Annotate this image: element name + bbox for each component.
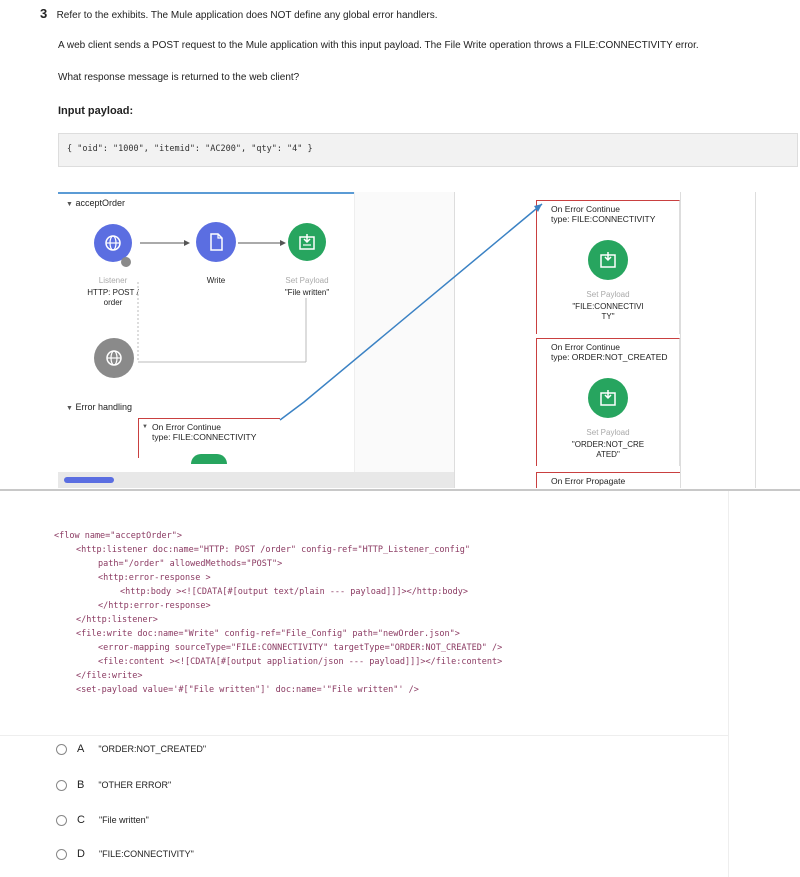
option-c-letter: C (77, 814, 85, 826)
right-margin-strip (728, 491, 800, 877)
flow-diagram: ▼ acceptOrder Listener HTTP: POST / orde… (58, 192, 800, 488)
code-line-6: </http:error-response> (98, 601, 211, 611)
options-separator (0, 735, 728, 736)
input-payload-label: Input payload: (58, 105, 134, 117)
xml-code-exhibit: <flow name="acceptOrder"> <http:listener… (54, 531, 570, 703)
option-b-text: "OTHER ERROR" (98, 780, 172, 790)
option-a-letter: A (77, 743, 85, 755)
code-line-9: <error-mapping sourceType="FILE:CONNECTI… (98, 643, 503, 653)
option-d[interactable]: D "FILE:CONNECTIVITY" (56, 848, 194, 860)
code-line-12: <set-payload value='#["File written"]' d… (76, 685, 419, 695)
option-b-letter: B (77, 779, 85, 791)
radio-b[interactable] (56, 779, 67, 791)
radio-c[interactable] (56, 814, 67, 826)
code-line-11: </file:write> (76, 671, 143, 681)
code-line-4: <http:error-response > (98, 573, 211, 583)
question-line-2: A web client sends a POST request to the… (58, 40, 699, 51)
code-line-1: <flow name="acceptOrder"> (54, 531, 182, 541)
option-b[interactable]: B "OTHER ERROR" (56, 779, 171, 791)
radio-d[interactable] (56, 848, 67, 860)
code-line-8: <file:write doc:name="Write" config-ref=… (76, 629, 460, 639)
radio-a[interactable] (56, 743, 67, 755)
question-line-1: Refer to the exhibits. The Mule applicat… (56, 10, 438, 21)
question-line-3: What response message is returned to the… (58, 72, 300, 83)
option-d-letter: D (77, 848, 85, 860)
question-header: 3 Refer to the exhibits. The Mule applic… (40, 6, 438, 21)
option-c-text: "File written" (98, 815, 149, 825)
question-number: 3 (40, 6, 48, 21)
code-line-7: </http:listener> (76, 615, 158, 625)
option-d-text: "FILE:CONNECTIVITY" (98, 849, 194, 859)
option-a-text: "ORDER:NOT_CREATED" (98, 744, 207, 754)
code-line-3: path="/order" allowedMethods="POST"> (98, 559, 283, 569)
code-line-2: <http:listener doc:name="HTTP: POST /ord… (76, 545, 471, 555)
connector-arrow (279, 203, 543, 421)
option-c[interactable]: C "File written" (56, 814, 149, 826)
exhibit-divider (0, 489, 800, 491)
code-line-10: <file:content ><![CDATA[#[output appliat… (98, 657, 503, 667)
code-line-5: <http:body ><![CDATA[#[output text/plain… (120, 587, 468, 597)
input-payload-box: { "oid": "1000", "itemid": "AC200", "qty… (58, 133, 798, 167)
payload-text: { "oid": "1000", "itemid": "AC200", "qty… (67, 144, 313, 154)
option-a[interactable]: A "ORDER:NOT_CREATED" (56, 743, 206, 755)
